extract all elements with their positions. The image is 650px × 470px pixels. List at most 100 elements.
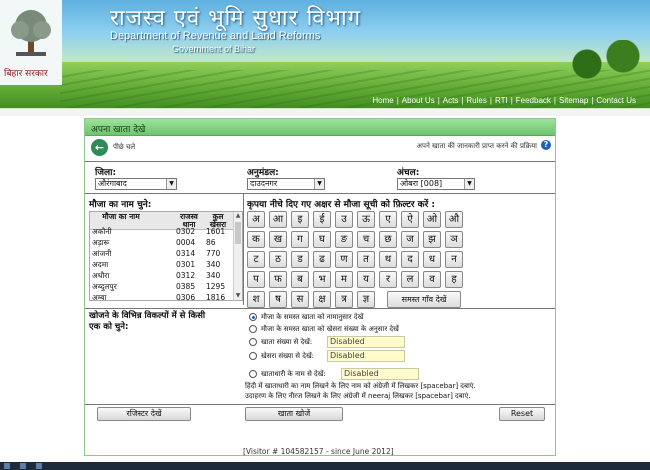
letter-key[interactable]: क्ष — [313, 291, 331, 308]
banner-trees — [560, 40, 650, 80]
divider — [85, 404, 555, 405]
back-arrow-icon[interactable]: ← — [91, 139, 108, 156]
radio-by-khesra-number[interactable] — [249, 352, 257, 360]
nav-sitemap[interactable]: Sitemap — [559, 96, 588, 105]
nav-home[interactable]: Home — [372, 96, 393, 105]
letter-key[interactable]: च — [357, 231, 375, 248]
back-row: ← पीछे चले अपने खाता की जानकारी प्राप्त … — [91, 139, 551, 159]
letter-key[interactable]: ध — [423, 251, 441, 268]
scroll-up-icon[interactable]: ▲ — [234, 212, 242, 220]
radio-by-khata-number[interactable] — [249, 338, 257, 346]
scroll-thumb[interactable] — [235, 222, 241, 244]
letter-key[interactable]: ब — [291, 271, 309, 288]
reset-button[interactable]: Reset — [499, 407, 545, 421]
scroll-down-icon[interactable]: ▼ — [234, 292, 242, 300]
letter-key[interactable]: आ — [269, 211, 287, 228]
khata-number-input[interactable]: Disabled — [327, 336, 405, 348]
letter-key[interactable]: म — [335, 271, 353, 288]
letter-key[interactable]: ष — [269, 291, 287, 308]
list-item[interactable]: अब्दुलपुर 0385 1295 — [90, 281, 234, 292]
divider — [243, 193, 244, 305]
back-link[interactable]: पीछे चले — [113, 143, 135, 152]
list-item[interactable]: अड़ारू 0004 86 — [90, 237, 234, 248]
letter-key[interactable]: झ — [423, 231, 441, 248]
letter-key[interactable]: क — [247, 231, 265, 248]
letter-key[interactable]: ण — [335, 251, 353, 268]
list-item[interactable]: अदमा 0301 340 — [90, 259, 234, 270]
letter-key[interactable]: त्र — [335, 291, 353, 308]
letter-key[interactable]: ग — [291, 231, 309, 248]
filter-label: कृपया नीचे दिए गए अक्षर से मौजा सूची को … — [247, 200, 436, 210]
nav-rti[interactable]: RTI — [495, 96, 508, 105]
nav-about-us[interactable]: About Us — [402, 96, 435, 105]
letter-key[interactable]: इ — [291, 211, 309, 228]
letter-key[interactable]: ड — [291, 251, 309, 268]
option-label: खाताधारी के नाम से देखें: — [261, 370, 326, 378]
letter-key[interactable]: स — [291, 291, 309, 308]
radio-by-owner-name[interactable] — [249, 370, 257, 378]
start-icon[interactable] — [4, 463, 10, 469]
letter-key[interactable]: व — [423, 271, 441, 288]
letter-key[interactable]: र — [379, 271, 397, 288]
letter-key[interactable]: य — [357, 271, 375, 288]
letter-key[interactable]: प — [247, 271, 265, 288]
letter-key[interactable]: ढ — [313, 251, 331, 268]
letter-key[interactable]: ई — [313, 211, 331, 228]
letter-key[interactable]: श — [247, 291, 265, 308]
letter-key[interactable]: ठ — [269, 251, 287, 268]
letter-key[interactable]: त — [357, 251, 375, 268]
view-register-button[interactable]: रजिस्टर देखें — [97, 407, 191, 421]
nav-rules[interactable]: Rules — [466, 96, 486, 105]
letter-key[interactable]: छ — [379, 231, 397, 248]
district-label: जिला: — [95, 168, 117, 178]
letter-key[interactable]: घ — [313, 231, 331, 248]
letter-key[interactable]: थ — [379, 251, 397, 268]
radio-by-name[interactable] — [249, 313, 257, 321]
divider — [85, 308, 555, 309]
letter-key[interactable]: ओ — [423, 211, 441, 228]
district-select[interactable]: औरंगाबाद ▼ — [95, 178, 177, 190]
letter-key[interactable]: ञ — [445, 231, 463, 248]
option-label: खाता संख्या से देखें: — [261, 338, 313, 346]
letter-key[interactable]: अ — [247, 211, 265, 228]
letter-key[interactable]: ट — [247, 251, 265, 268]
circle-select[interactable]: ओबरा [008] ▼ — [397, 178, 475, 190]
letter-key[interactable]: औ — [445, 211, 463, 228]
letter-key[interactable]: ऊ — [357, 211, 375, 228]
letter-key[interactable]: ज — [401, 231, 419, 248]
help-link[interactable]: अपने खाता की जानकारी प्राप्त करने की प्र… — [417, 142, 537, 151]
letter-key[interactable]: उ — [335, 211, 353, 228]
taskbar-app-icon[interactable] — [20, 463, 26, 469]
letter-key[interactable]: ल — [401, 271, 419, 288]
list-item[interactable]: अम्बा 0306 1816 — [90, 292, 234, 300]
bodhi-tree-icon — [11, 10, 51, 56]
radio-by-khesra-order[interactable] — [249, 325, 257, 333]
list-item[interactable]: आंजनी 0314 770 — [90, 248, 234, 259]
letter-key[interactable]: ह — [445, 271, 463, 288]
letter-key[interactable]: द — [401, 251, 419, 268]
taskbar-app-icon[interactable] — [36, 463, 42, 469]
letter-key[interactable]: न — [445, 251, 463, 268]
help-icon[interactable]: ? — [541, 140, 551, 150]
letter-key[interactable]: ए — [379, 211, 397, 228]
khesra-number-input[interactable]: Disabled — [327, 350, 405, 362]
letter-key[interactable]: ङ — [335, 231, 353, 248]
col-mouza-name: मौजा का नाम — [102, 212, 140, 221]
letter-key[interactable]: ख — [269, 231, 287, 248]
all-villages-button[interactable]: समस्त गाँव देखें — [387, 291, 461, 308]
nav-contact-us[interactable]: Contact Us — [596, 96, 636, 105]
letter-key[interactable]: ऐ — [401, 211, 419, 228]
letter-key[interactable]: भ — [313, 271, 331, 288]
letter-key[interactable]: ज्ञ — [357, 291, 375, 308]
search-khata-button[interactable]: खाता खोजें — [245, 407, 343, 421]
list-item[interactable]: अकौनी 0302 1601 — [90, 226, 234, 237]
nav-acts[interactable]: Acts — [443, 96, 459, 105]
owner-name-input[interactable]: Disabled — [341, 368, 419, 380]
letter-key[interactable]: फ — [269, 271, 287, 288]
list-scrollbar[interactable]: ▲ ▼ — [233, 212, 242, 300]
list-item[interactable]: अधौरा 0312 340 — [90, 270, 234, 281]
mouza-listbox[interactable]: मौजा का नाम राजस्व थाना कुल खेसरा अकौनी 0… — [89, 211, 243, 301]
nav-feedback[interactable]: Feedback — [516, 96, 551, 105]
header-divider — [0, 108, 650, 116]
subdivision-select[interactable]: दाउदनगर ▼ — [247, 178, 325, 190]
